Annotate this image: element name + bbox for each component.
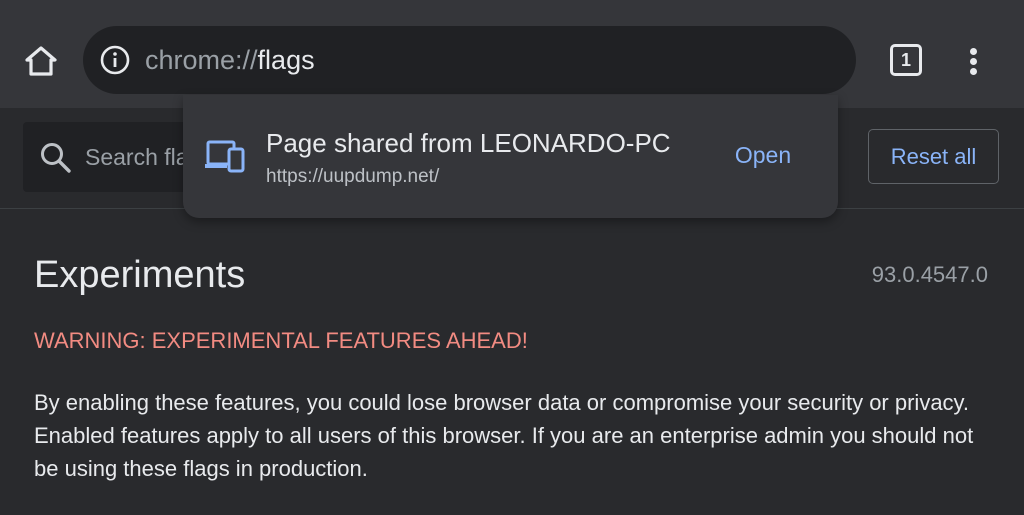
warning-text: WARNING: EXPERIMENTAL FEATURES AHEAD! (34, 328, 528, 353)
tab-switcher-icon: 1 (890, 44, 922, 76)
info-icon[interactable] (99, 44, 131, 76)
omnibox[interactable]: chrome://flags (83, 26, 856, 94)
url-text[interactable]: chrome://flags (145, 44, 315, 76)
devices-icon (205, 140, 245, 173)
url-scheme: chrome:// (145, 45, 258, 75)
url-host: flags (257, 45, 315, 75)
shared-page-popup: Page shared from LEONARDO-PC https://uup… (183, 95, 838, 218)
browser-toolbar: chrome://flags 1 (0, 0, 1024, 108)
more-options-button[interactable] (958, 40, 990, 82)
experiments-content: Experiments 93.0.4547.0 WARNING: EXPERIM… (0, 209, 1024, 515)
browser-window: chrome://flags 1 Reset all Experiments 9… (0, 0, 1024, 515)
reset-all-button[interactable]: Reset all (868, 129, 999, 184)
open-button[interactable]: Open (713, 137, 813, 173)
home-button[interactable] (18, 40, 64, 82)
tab-switcher-button[interactable]: 1 (884, 40, 926, 82)
status-bar (0, 0, 1024, 6)
description-text: By enabling these features, you could lo… (34, 390, 974, 481)
popup-title: Page shared from LEONARDO-PC (266, 128, 671, 158)
popup-url: https://uupdump.net/ (266, 166, 440, 187)
version-label: 93.0.4547.0 (871, 262, 988, 287)
search-icon (41, 143, 71, 173)
home-icon (25, 46, 57, 76)
page-title: Experiments (34, 254, 246, 296)
tab-count: 1 (900, 50, 911, 70)
